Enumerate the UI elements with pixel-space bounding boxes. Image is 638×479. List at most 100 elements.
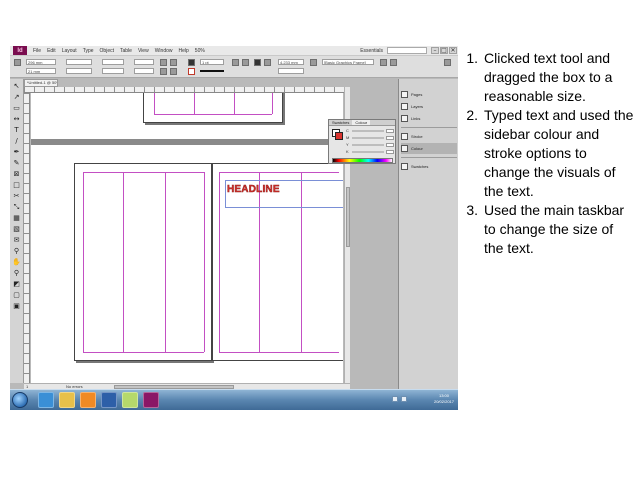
height-field[interactable] [66, 68, 92, 74]
cyan-slider-row[interactable]: C [346, 129, 394, 133]
system-clock[interactable]: 13:00 20/02/2017 [434, 393, 454, 405]
direct-selection-tool[interactable]: ↗ [12, 93, 21, 101]
start-button[interactable] [12, 392, 28, 408]
opacity-field[interactable] [278, 68, 304, 74]
fill-swatch-icon[interactable] [188, 59, 195, 66]
hand-tool[interactable]: ✋ [12, 258, 21, 266]
x-position-field[interactable]: 296 mm [26, 59, 56, 65]
menu-help[interactable]: Help [179, 48, 189, 54]
text-wrap-icon[interactable] [254, 59, 261, 66]
magenta-value[interactable] [386, 136, 394, 140]
media-player-button[interactable] [80, 392, 96, 408]
menu-window[interactable]: Window [155, 48, 173, 54]
close-button[interactable]: ✕ [449, 47, 457, 54]
network-icon[interactable] [392, 396, 398, 402]
align-icon[interactable] [264, 59, 271, 66]
rotation-field[interactable] [134, 59, 154, 65]
indesign-button[interactable] [143, 392, 159, 408]
menu-object[interactable]: Object [100, 48, 114, 54]
explorer-button[interactable] [59, 392, 75, 408]
reference-point-icon[interactable] [14, 59, 21, 66]
panel-menu-icon[interactable] [444, 59, 451, 66]
colour-panel[interactable]: Swatches Colour C M Y K [328, 119, 396, 164]
zoom-level[interactable]: 50% [195, 48, 205, 54]
selection-tool[interactable]: ↖ [12, 82, 21, 90]
minimize-button[interactable]: – [431, 47, 439, 54]
page-tool[interactable]: ▭ [12, 104, 21, 112]
fitting-icon[interactable] [380, 59, 387, 66]
black-value[interactable] [386, 150, 394, 154]
colour-spectrum[interactable] [332, 158, 393, 163]
stroke-weight-field[interactable]: 1 pt [200, 59, 224, 65]
magenta-slider[interactable] [352, 137, 384, 139]
black-slider[interactable] [352, 151, 384, 153]
free-transform-tool[interactable]: ⤡ [12, 203, 21, 211]
menu-type[interactable]: Type [83, 48, 94, 54]
fx-icon[interactable] [310, 59, 317, 66]
dock-item-layers[interactable]: Layers [401, 101, 457, 112]
fill-stroke-swatch[interactable]: ◩ [12, 280, 21, 288]
shear-field[interactable] [134, 68, 154, 74]
yellow-slider-row[interactable]: Y [346, 143, 394, 147]
magenta-slider-row[interactable]: M [346, 136, 394, 140]
type-tool[interactable]: T [12, 126, 21, 134]
rotate-icon[interactable] [160, 59, 167, 66]
dock-item-colour[interactable]: Colour [401, 143, 457, 154]
scissors-tool[interactable]: ✂ [12, 192, 21, 200]
flip-icon[interactable] [170, 59, 177, 66]
yellow-slider[interactable] [352, 144, 384, 146]
maximize-button[interactable]: □ [440, 47, 448, 54]
menu-layout[interactable]: Layout [62, 48, 77, 54]
line-tool[interactable]: / [12, 137, 21, 145]
stroke-type-preview[interactable] [200, 70, 224, 72]
menu-file[interactable]: File [33, 48, 41, 54]
right-page[interactable]: HEADLINE [212, 163, 343, 361]
corner-size-field[interactable]: 4.233 mm [278, 59, 304, 65]
rectangle-frame-tool[interactable]: ⊠ [12, 170, 21, 178]
black-slider-row[interactable]: K [346, 150, 394, 154]
effects-icon[interactable] [232, 59, 239, 66]
dock-item-stroke[interactable]: Stroke [401, 131, 457, 142]
vertical-ruler[interactable] [24, 93, 30, 383]
note-tool[interactable]: ✉ [12, 236, 21, 244]
formatting-affects-container[interactable]: ▢ [12, 291, 21, 299]
yellow-value[interactable] [386, 143, 394, 147]
fill-frame-icon[interactable] [390, 59, 397, 66]
paint-button[interactable] [122, 392, 138, 408]
cyan-value[interactable] [386, 129, 394, 133]
scale-y-field[interactable] [102, 68, 124, 74]
tab-colour[interactable]: Colour [352, 120, 371, 125]
dock-item-swatches[interactable]: Swatches [401, 161, 457, 172]
tab-swatches[interactable]: Swatches [329, 120, 352, 125]
pencil-tool[interactable]: ✎ [12, 159, 21, 167]
pen-tool[interactable]: ✒ [12, 148, 21, 156]
photoshop-button[interactable] [101, 392, 117, 408]
volume-icon[interactable] [401, 396, 407, 402]
gradient-feather-tool[interactable]: ▧ [12, 225, 21, 233]
headline-text[interactable]: HEADLINE [227, 184, 280, 196]
menu-view[interactable]: View [138, 48, 149, 54]
menu-edit[interactable]: Edit [47, 48, 56, 54]
workspace-switcher[interactable]: Essentials [360, 48, 383, 54]
previous-spread[interactable] [143, 93, 283, 123]
y-position-field[interactable]: 21 mm [26, 68, 56, 74]
eyedropper-tool[interactable]: ⚲ [12, 247, 21, 255]
left-page[interactable] [74, 163, 212, 361]
dock-item-links[interactable]: Links [401, 113, 457, 124]
help-search-input[interactable] [387, 47, 427, 54]
menu-table[interactable]: Table [120, 48, 132, 54]
cyan-slider[interactable] [352, 130, 384, 132]
object-style-select[interactable]: [Basic Graphics Frame] [322, 59, 374, 65]
width-field[interactable] [66, 59, 92, 65]
normal-view-mode[interactable]: ▣ [12, 302, 21, 310]
zoom-tool[interactable]: ⚲ [12, 269, 21, 277]
select-content-icon[interactable] [170, 68, 177, 75]
ie-button[interactable] [38, 392, 54, 408]
gap-tool[interactable]: ↔ [12, 115, 21, 123]
rectangle-tool[interactable]: □ [12, 181, 21, 189]
document-canvas[interactable]: HEADLINE [31, 93, 343, 383]
drop-shadow-icon[interactable] [242, 59, 249, 66]
scale-x-field[interactable] [102, 59, 124, 65]
dock-item-pages[interactable]: Pages [401, 89, 457, 100]
indesign-logo[interactable]: Id [13, 46, 27, 55]
